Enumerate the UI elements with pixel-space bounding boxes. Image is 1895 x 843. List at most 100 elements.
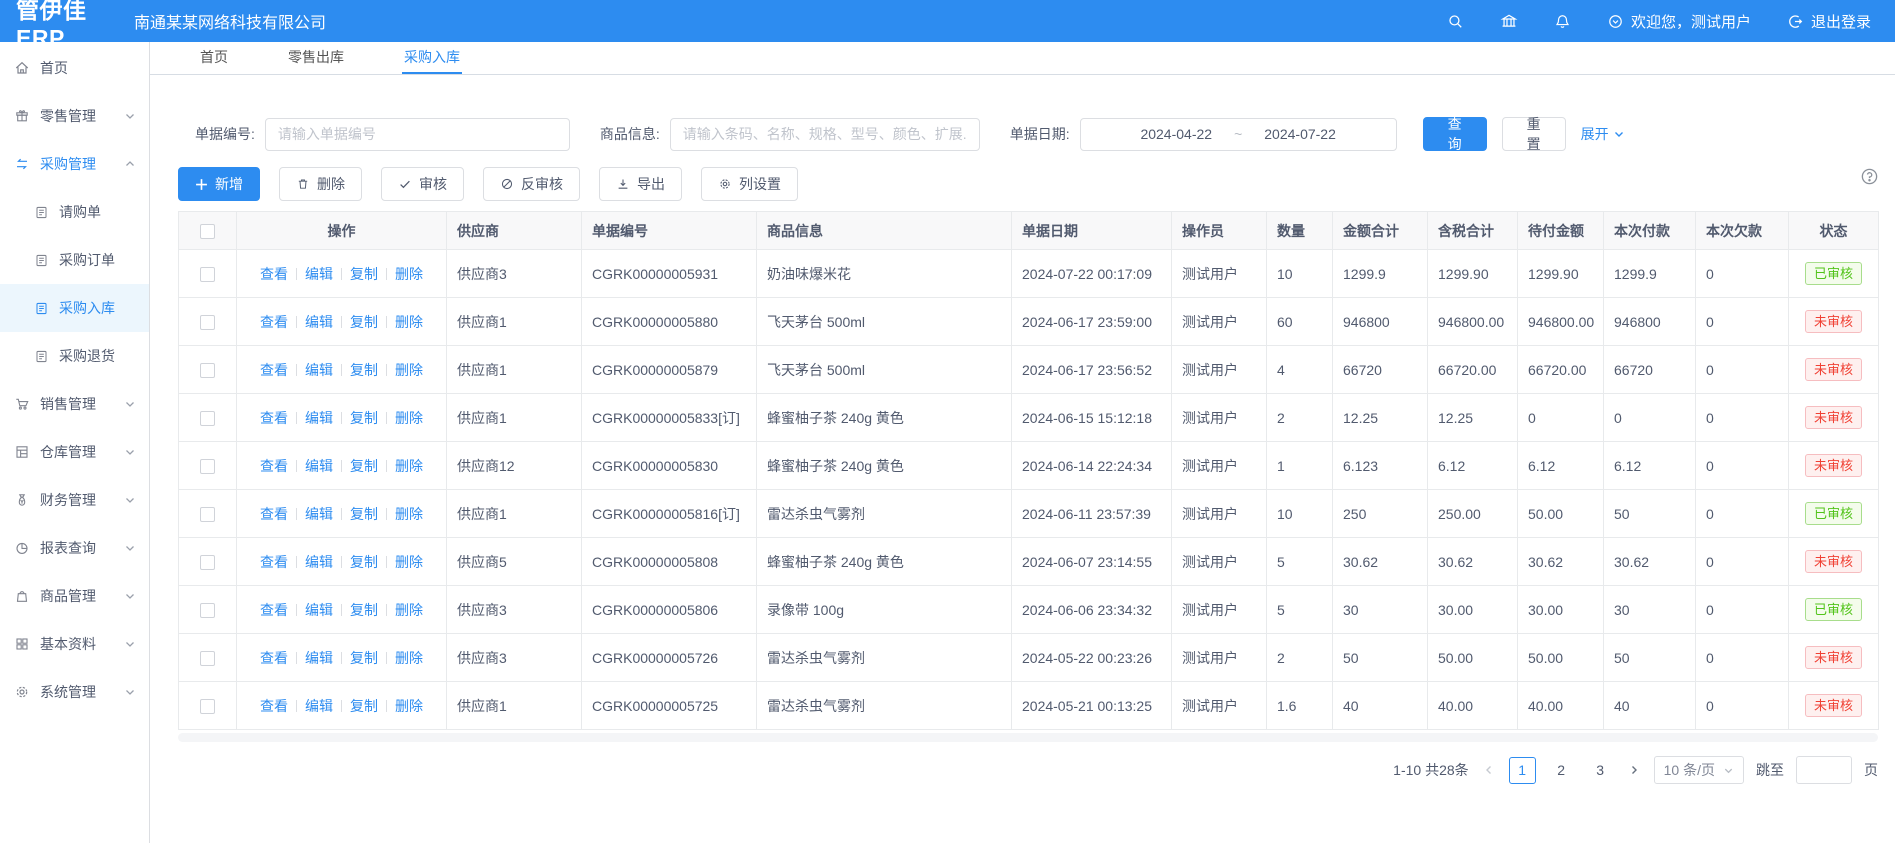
row-action-delete[interactable]: 删除 <box>395 650 423 666</box>
row-action-copy[interactable]: 复制 <box>350 314 378 330</box>
sidebar-item-sales-mgmt[interactable]: 销售管理 <box>0 380 149 428</box>
purchase-inbound-table: 操作 供应商 单据编号 商品信息 单据日期 操作员 数量 金额合计 含税合计 待… <box>178 211 1878 730</box>
row-action-copy[interactable]: 复制 <box>350 506 378 522</box>
doc-icon <box>34 205 49 220</box>
row-action-copy[interactable]: 复制 <box>350 458 378 474</box>
prev-page-icon[interactable] <box>1481 764 1497 776</box>
sidebar-item-retail-mgmt[interactable]: 零售管理 <box>0 92 149 140</box>
sidebar-item-warehouse-mgmt[interactable]: 仓库管理 <box>0 428 149 476</box>
unaudit-button[interactable]: 反审核 <box>483 167 580 201</box>
date-to: 2024-07-22 <box>1264 126 1336 142</box>
select-all-checkbox[interactable] <box>200 224 215 239</box>
row-action-view[interactable]: 查看 <box>260 650 288 666</box>
row-checkbox[interactable] <box>200 651 215 666</box>
row-action-view[interactable]: 查看 <box>260 410 288 426</box>
row-checkbox[interactable] <box>200 459 215 474</box>
row-action-view[interactable]: 查看 <box>260 266 288 282</box>
row-action-edit[interactable]: 编辑 <box>305 698 333 714</box>
bell-icon[interactable] <box>1554 13 1571 30</box>
sidebar-item-basic-data[interactable]: 基本资料 <box>0 620 149 668</box>
row-action-edit[interactable]: 编辑 <box>305 458 333 474</box>
row-action-view[interactable]: 查看 <box>260 554 288 570</box>
bank-icon[interactable] <box>1500 12 1518 30</box>
row-action-edit[interactable]: 编辑 <box>305 650 333 666</box>
row-action-delete[interactable]: 删除 <box>395 458 423 474</box>
sidebar-item-purchase-request[interactable]: 请购单 <box>0 188 149 236</box>
sidebar-item-goods-mgmt[interactable]: 商品管理 <box>0 572 149 620</box>
product-info-input[interactable] <box>670 118 980 151</box>
row-action-edit[interactable]: 编辑 <box>305 362 333 378</box>
row-action-delete[interactable]: 删除 <box>395 266 423 282</box>
row-action-view[interactable]: 查看 <box>260 698 288 714</box>
row-action-edit[interactable]: 编辑 <box>305 410 333 426</box>
sidebar-item-report-query[interactable]: 报表查询 <box>0 524 149 572</box>
row-checkbox[interactable] <box>200 411 215 426</box>
order-no-input[interactable] <box>265 118 570 151</box>
row-checkbox[interactable] <box>200 699 215 714</box>
sidebar-item-purchase-inbound[interactable]: 采购入库 <box>0 284 149 332</box>
row-action-delete[interactable]: 删除 <box>395 506 423 522</box>
row-action-copy[interactable]: 复制 <box>350 650 378 666</box>
row-checkbox[interactable] <box>200 267 215 282</box>
sidebar-item-purchase-mgmt[interactable]: 采购管理 <box>0 140 149 188</box>
audit-button[interactable]: 审核 <box>381 167 464 201</box>
row-action-view[interactable]: 查看 <box>260 602 288 618</box>
reset-button[interactable]: 重 置 <box>1502 117 1566 151</box>
sidebar-item-finance-mgmt[interactable]: 财务管理 <box>0 476 149 524</box>
help-icon[interactable] <box>1860 167 1879 186</box>
export-button[interactable]: 导出 <box>599 167 682 201</box>
row-action-view[interactable]: 查看 <box>260 458 288 474</box>
row-action-copy[interactable]: 复制 <box>350 698 378 714</box>
logout-button[interactable]: 退出登录 <box>1787 11 1871 32</box>
row-action-delete[interactable]: 删除 <box>395 362 423 378</box>
query-button[interactable]: 查 询 <box>1423 117 1487 151</box>
tab-home[interactable]: 首页 <box>198 42 230 74</box>
row-action-delete[interactable]: 删除 <box>395 602 423 618</box>
row-action-edit[interactable]: 编辑 <box>305 506 333 522</box>
row-action-delete[interactable]: 删除 <box>395 554 423 570</box>
row-action-view[interactable]: 查看 <box>260 362 288 378</box>
search-icon[interactable] <box>1447 13 1464 30</box>
tab-retail-outbound[interactable]: 零售出库 <box>286 42 346 74</box>
sidebar-item-home[interactable]: 首页 <box>0 44 149 92</box>
column-settings-button[interactable]: 列设置 <box>701 167 798 201</box>
page-3[interactable]: 3 <box>1587 757 1614 784</box>
row-action-edit[interactable]: 编辑 <box>305 314 333 330</box>
row-action-copy[interactable]: 复制 <box>350 410 378 426</box>
row-action-delete[interactable]: 删除 <box>395 698 423 714</box>
row-checkbox[interactable] <box>200 555 215 570</box>
tab-purchase-inbound[interactable]: 采购入库 <box>402 42 462 74</box>
page-1[interactable]: 1 <box>1509 757 1536 784</box>
chevron-down-icon <box>1723 765 1734 776</box>
row-checkbox[interactable] <box>200 315 215 330</box>
sidebar-item-purchase-order[interactable]: 采购订单 <box>0 236 149 284</box>
expand-link[interactable]: 展开 <box>1581 124 1625 144</box>
jump-page-input[interactable] <box>1796 756 1852 784</box>
sidebar-item-system-mgmt[interactable]: 系统管理 <box>0 668 149 716</box>
row-action-edit[interactable]: 编辑 <box>305 266 333 282</box>
doc-icon <box>34 301 49 316</box>
row-action-delete[interactable]: 删除 <box>395 314 423 330</box>
horizontal-scrollbar[interactable] <box>178 733 1878 742</box>
row-checkbox[interactable] <box>200 507 215 522</box>
row-action-copy[interactable]: 复制 <box>350 602 378 618</box>
date-range-input[interactable]: 2024-04-22 ~ 2024-07-22 <box>1080 118 1397 151</box>
row-checkbox[interactable] <box>200 363 215 378</box>
sidebar-item-purchase-return[interactable]: 采购退货 <box>0 332 149 380</box>
row-action-edit[interactable]: 编辑 <box>305 554 333 570</box>
row-action-copy[interactable]: 复制 <box>350 266 378 282</box>
next-page-icon[interactable] <box>1626 764 1642 776</box>
row-action-view[interactable]: 查看 <box>260 314 288 330</box>
row-action-copy[interactable]: 复制 <box>350 554 378 570</box>
row-checkbox[interactable] <box>200 603 215 618</box>
add-button[interactable]: 新增 <box>178 167 260 201</box>
row-action-edit[interactable]: 编辑 <box>305 602 333 618</box>
delete-button[interactable]: 删除 <box>279 167 362 201</box>
user-menu[interactable]: 欢迎您，测试用户 <box>1607 11 1751 32</box>
row-action-view[interactable]: 查看 <box>260 506 288 522</box>
page-2[interactable]: 2 <box>1548 757 1575 784</box>
cell-qty: 4 <box>1267 346 1333 394</box>
page-size-select[interactable]: 10 条/页 <box>1654 756 1744 784</box>
row-action-copy[interactable]: 复制 <box>350 362 378 378</box>
row-action-delete[interactable]: 删除 <box>395 410 423 426</box>
